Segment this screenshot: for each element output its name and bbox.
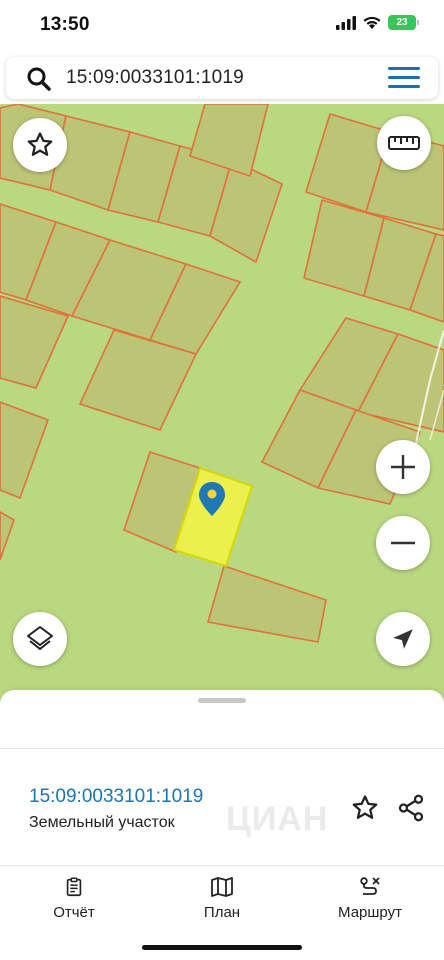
zoom-out-button[interactable] <box>376 516 430 570</box>
cellular-signal-icon <box>336 15 356 30</box>
status-icons: 23 <box>336 15 419 30</box>
tab-label: Маршрут <box>338 904 402 921</box>
map-plan-icon <box>211 877 233 897</box>
zoom-in-button[interactable] <box>376 440 430 494</box>
tab-label: План <box>203 904 241 921</box>
wifi-icon <box>363 16 381 29</box>
tab-plan[interactable]: План <box>162 876 282 921</box>
battery-indicator: 23 <box>388 15 419 30</box>
divider <box>0 748 444 749</box>
share-icon <box>398 794 424 822</box>
ruler-icon <box>388 136 420 150</box>
tab-report[interactable]: Отчёт <box>14 876 134 921</box>
status-bar: 13:50 23 <box>0 0 444 52</box>
hamburger-menu-icon[interactable] <box>388 67 422 89</box>
star-icon <box>27 132 53 156</box>
zoom-in-icon <box>391 455 415 479</box>
tab-route[interactable]: Маршрут <box>310 876 430 921</box>
layers-icon <box>27 626 53 650</box>
parcel-type-label: Земельный участок <box>29 814 175 831</box>
favorite-parcel-button[interactable] <box>350 793 380 828</box>
sheet-drag-handle[interactable] <box>198 698 246 703</box>
location-arrow-icon <box>393 629 413 649</box>
cadastral-map[interactable] <box>0 104 444 704</box>
search-icon[interactable] <box>26 66 52 92</box>
home-indicator[interactable] <box>142 945 302 950</box>
tab-label: Отчёт <box>53 904 95 921</box>
cian-watermark: ЦИАН <box>226 800 329 838</box>
my-location-button[interactable] <box>376 612 430 666</box>
search-input[interactable]: 15:09:0033101:1019 <box>66 67 244 89</box>
route-icon <box>360 877 380 895</box>
layers-button[interactable] <box>13 612 67 666</box>
ruler-button[interactable] <box>377 116 431 170</box>
share-button[interactable] <box>396 793 426 828</box>
status-time: 13:50 <box>40 14 90 35</box>
zoom-out-icon <box>391 541 415 545</box>
report-icon <box>66 877 82 897</box>
map-view[interactable] <box>0 104 444 704</box>
parcel-number-link[interactable]: 15:09:0033101:1019 <box>29 786 203 808</box>
star-icon <box>352 795 378 819</box>
battery-level: 23 <box>396 17 408 28</box>
favorite-map-button[interactable] <box>13 118 67 172</box>
search-bar[interactable]: 15:09:0033101:1019 <box>6 57 438 99</box>
